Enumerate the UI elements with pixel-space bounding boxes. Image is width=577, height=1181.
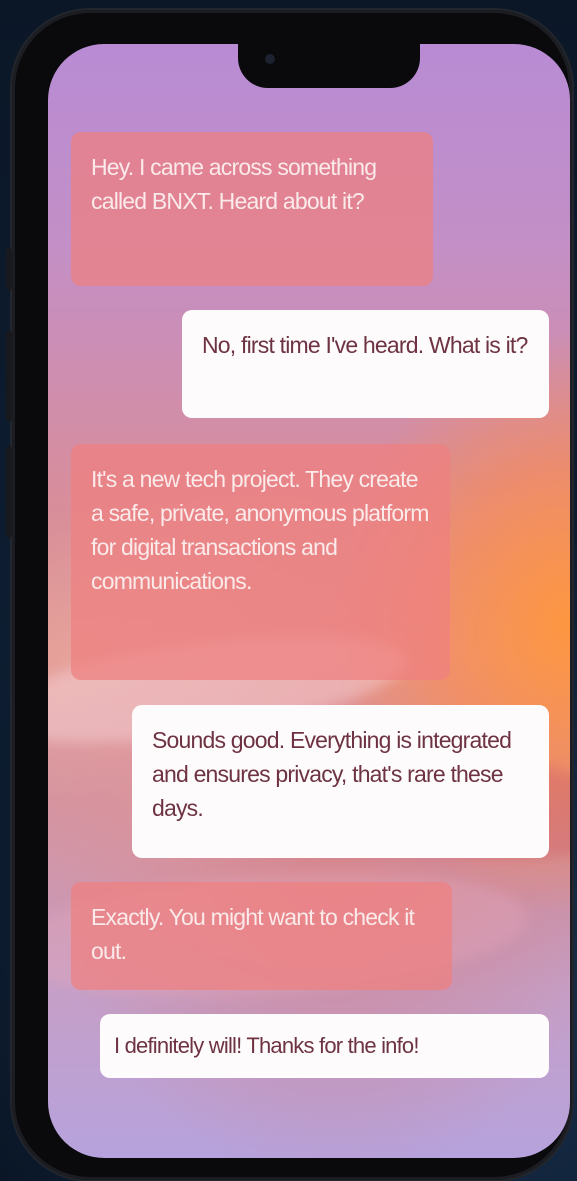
message-bubble-incoming[interactable]: Exactly. You might want to check it out. [71, 882, 452, 990]
mute-switch [6, 248, 12, 290]
message-text: Exactly. You might want to check it out. [91, 904, 415, 964]
message-text: Hey. I came across something called BNXT… [91, 154, 377, 214]
home-indicator[interactable] [228, 1136, 388, 1141]
message-text: No, first time I've heard. What is it? [202, 332, 528, 358]
phone-frame: Hey. I came across something called BNXT… [6, 10, 572, 1180]
volume-up-button [6, 330, 12, 422]
message-text: I definitely will! Thanks for the info! [114, 1033, 419, 1058]
camera-icon [265, 54, 275, 64]
message-bubble-outgoing[interactable]: No, first time I've heard. What is it? [182, 310, 549, 418]
notch [238, 44, 420, 88]
message-bubble-outgoing[interactable]: I definitely will! Thanks for the info! [100, 1014, 549, 1078]
message-bubble-incoming[interactable]: It's a new tech project. They create a s… [71, 444, 450, 680]
message-bubble-incoming[interactable]: Hey. I came across something called BNXT… [71, 132, 433, 286]
stage-background: Hey. I came across something called BNXT… [0, 0, 577, 1181]
chat-screen: Hey. I came across something called BNXT… [48, 44, 570, 1158]
message-text: It's a new tech project. They create a s… [91, 466, 429, 594]
message-bubble-outgoing[interactable]: Sounds good. Everything is integrated an… [132, 705, 549, 858]
volume-down-button [6, 446, 12, 538]
message-text: Sounds good. Everything is integrated an… [152, 727, 512, 821]
